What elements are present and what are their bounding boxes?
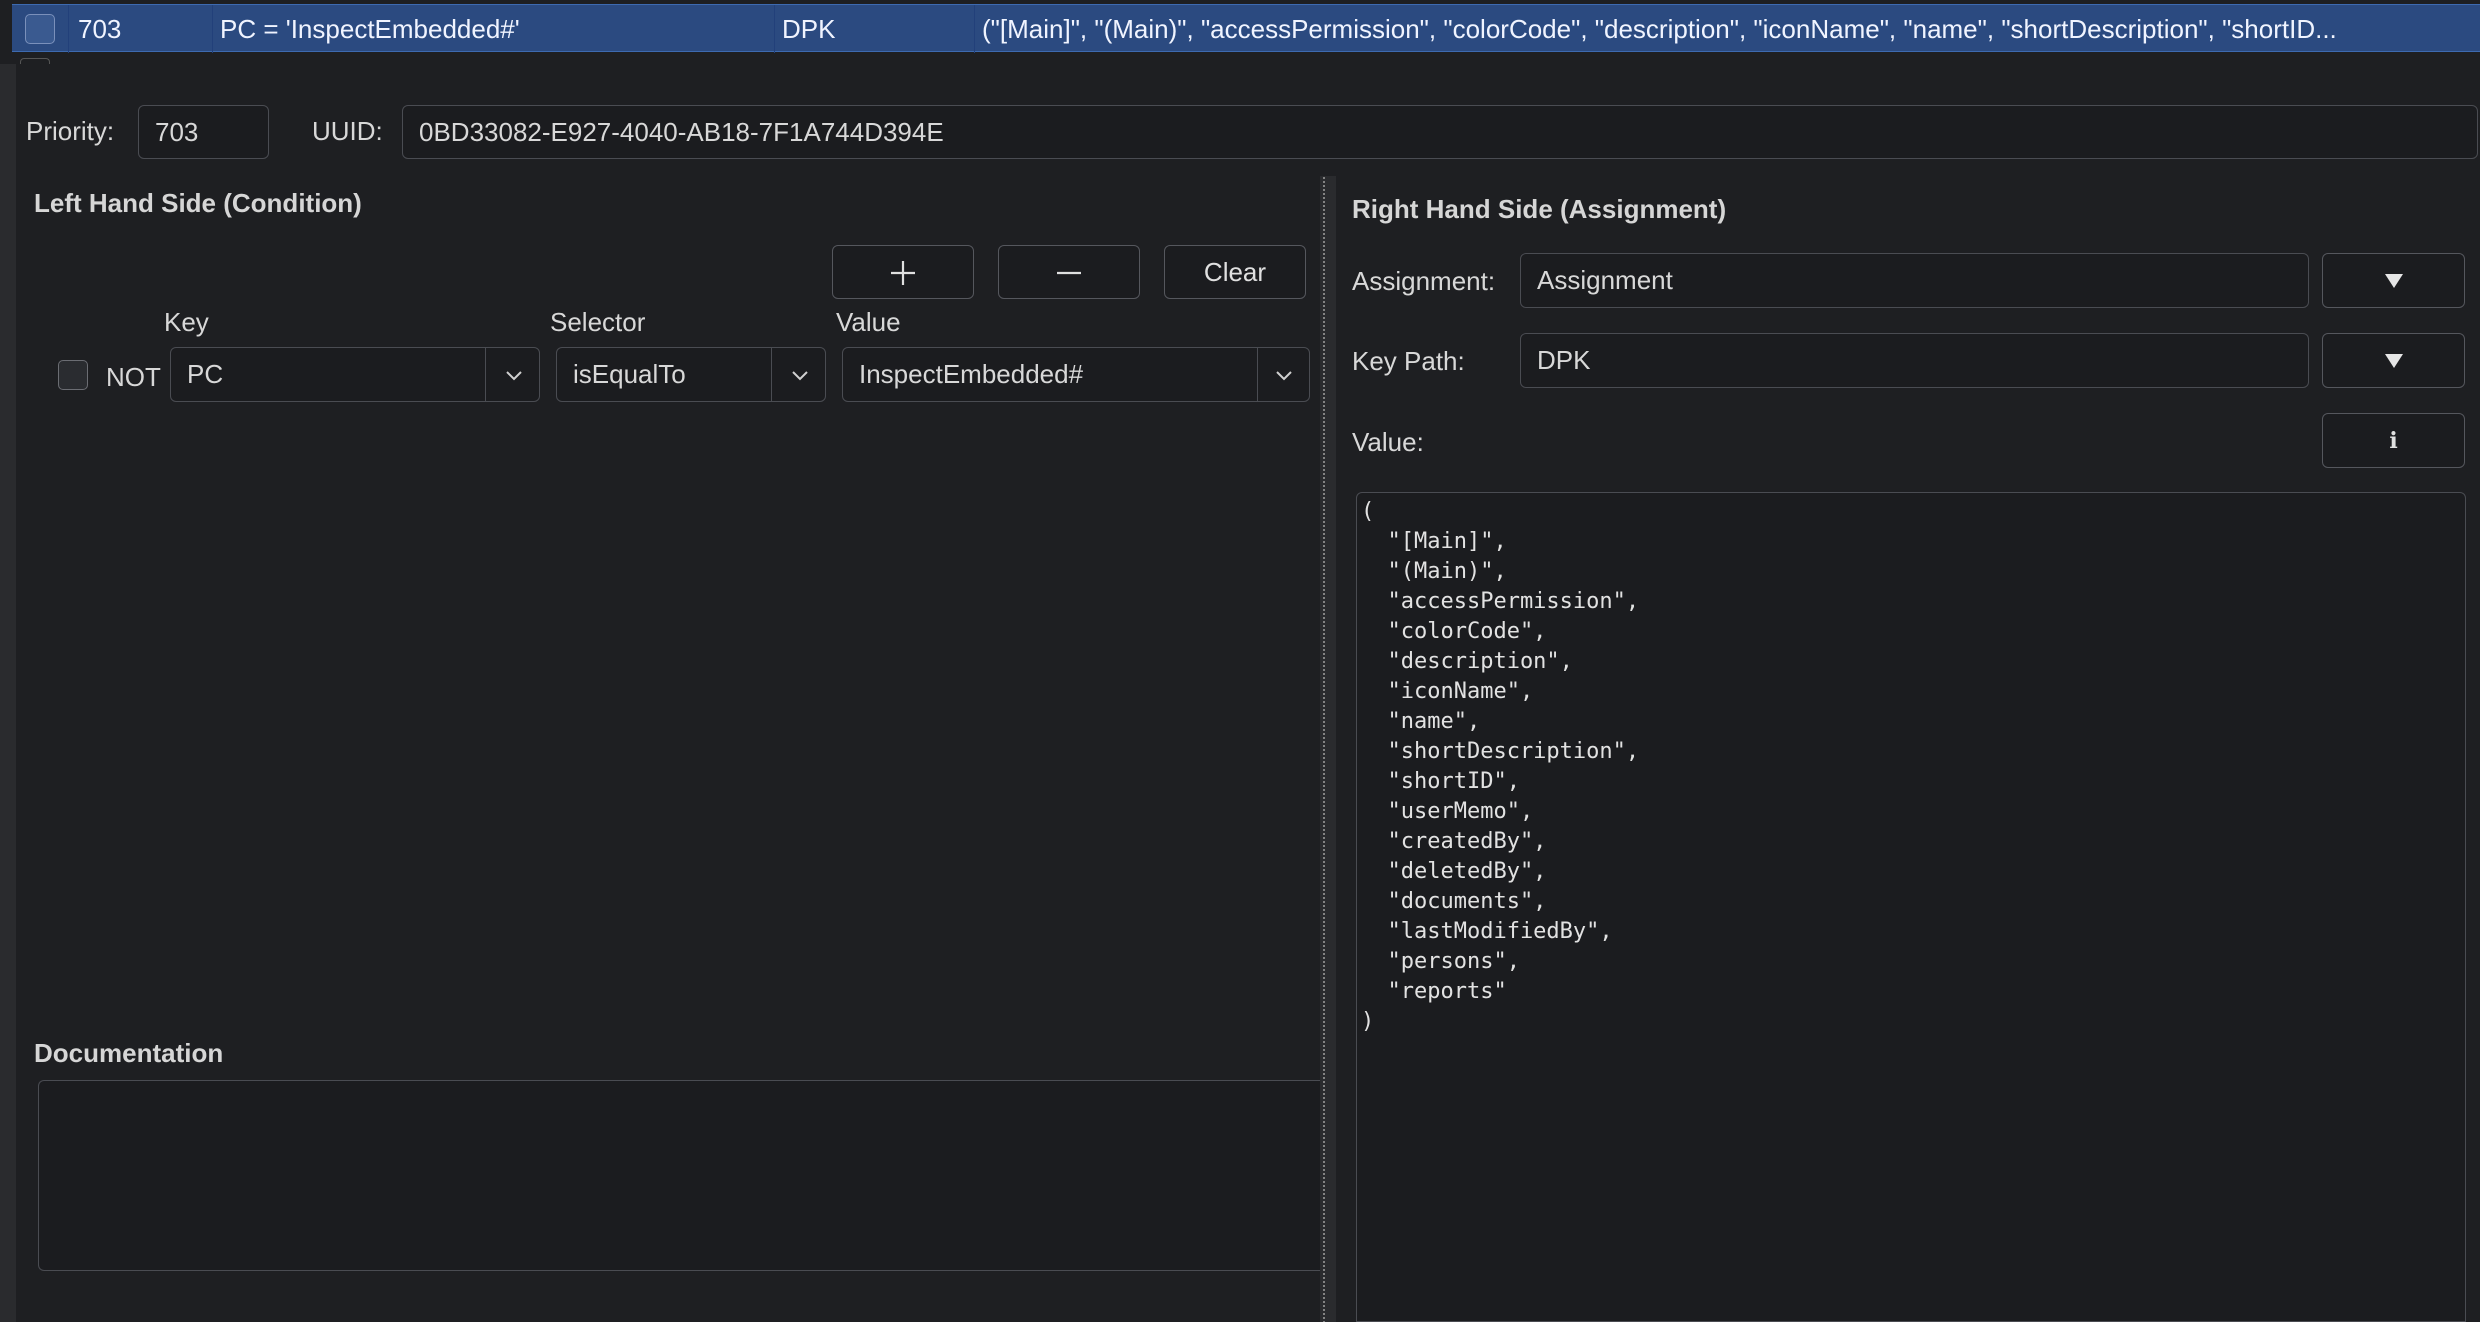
info-icon: i <box>2389 428 2398 454</box>
key-path-label: Key Path: <box>1352 346 1465 376</box>
row-value-cell: ("[Main]", "(Main)", "accessPermission",… <box>982 14 2337 44</box>
info-button[interactable]: i <box>2322 413 2465 468</box>
value-text-editor[interactable]: ( "[Main]", "(Main)", "accessPermission"… <box>1356 492 2466 1322</box>
not-checkbox[interactable] <box>58 360 88 390</box>
selector-column-header: Selector <box>550 307 646 337</box>
rhs-title: Right Hand Side (Assignment) <box>1352 194 1727 224</box>
column-divider <box>774 5 775 53</box>
splitter-grip[interactable] <box>1322 176 1327 1322</box>
key-path-dropdown-button[interactable] <box>2322 333 2465 388</box>
minus-icon <box>1057 271 1081 275</box>
not-label: NOT <box>106 362 161 392</box>
chevron-down-icon[interactable] <box>489 348 539 401</box>
assignment-dropdown-button[interactable] <box>2322 253 2465 308</box>
priority-field[interactable]: 703 <box>138 105 269 159</box>
row-condition-cell: PC = 'InspectEmbedded#' <box>220 14 520 44</box>
triangle-down-icon <box>2384 354 2403 368</box>
selector-combobox[interactable]: isEqualTo <box>556 347 826 402</box>
plus-icon <box>891 261 915 285</box>
row-keypath-cell: DPK <box>782 14 836 44</box>
assignment-label: Assignment: <box>1352 266 1496 296</box>
remove-condition-button[interactable] <box>998 245 1140 299</box>
value-combobox-value: InspectEmbedded# <box>859 359 1084 389</box>
value-label: Value: <box>1352 427 1424 457</box>
add-condition-button[interactable] <box>832 245 974 299</box>
uuid-field[interactable]: 0BD33082-E927-4040-AB18-7F1A744D394E <box>402 105 2478 159</box>
next-row-checkbox[interactable] <box>20 58 50 64</box>
documentation-textarea[interactable] <box>38 1080 1320 1271</box>
column-divider <box>68 5 69 53</box>
key-column-header: Key <box>164 307 209 337</box>
key-combobox[interactable]: PC <box>170 347 540 402</box>
row-priority-cell: 703 <box>78 14 122 44</box>
key-combobox-value: PC <box>187 359 224 389</box>
column-divider <box>974 5 975 53</box>
key-path-field[interactable]: DPK <box>1520 333 2309 388</box>
lhs-title: Left Hand Side (Condition) <box>34 188 362 218</box>
value-column-header: Value <box>836 307 901 337</box>
priority-label: Priority: <box>26 116 115 146</box>
triangle-down-icon <box>2384 274 2403 288</box>
column-divider <box>212 5 213 53</box>
documentation-title: Documentation <box>34 1038 224 1068</box>
clear-button[interactable]: Clear <box>1164 245 1306 299</box>
row-checkbox[interactable] <box>25 14 55 44</box>
window-edge <box>0 64 16 1322</box>
chevron-down-icon[interactable] <box>775 348 825 401</box>
selector-combobox-value: isEqualTo <box>573 359 686 389</box>
value-text-content: ( "[Main]", "(Main)", "accessPermission"… <box>1361 499 1640 1034</box>
table-row-selected[interactable]: 703 PC = 'InspectEmbedded#' DPK ("[Main]… <box>12 4 2480 53</box>
value-combobox[interactable]: InspectEmbedded# <box>842 347 1310 402</box>
chevron-down-icon[interactable] <box>1259 348 1309 401</box>
uuid-label: UUID: <box>312 116 383 146</box>
assignment-field[interactable]: Assignment <box>1520 253 2309 308</box>
